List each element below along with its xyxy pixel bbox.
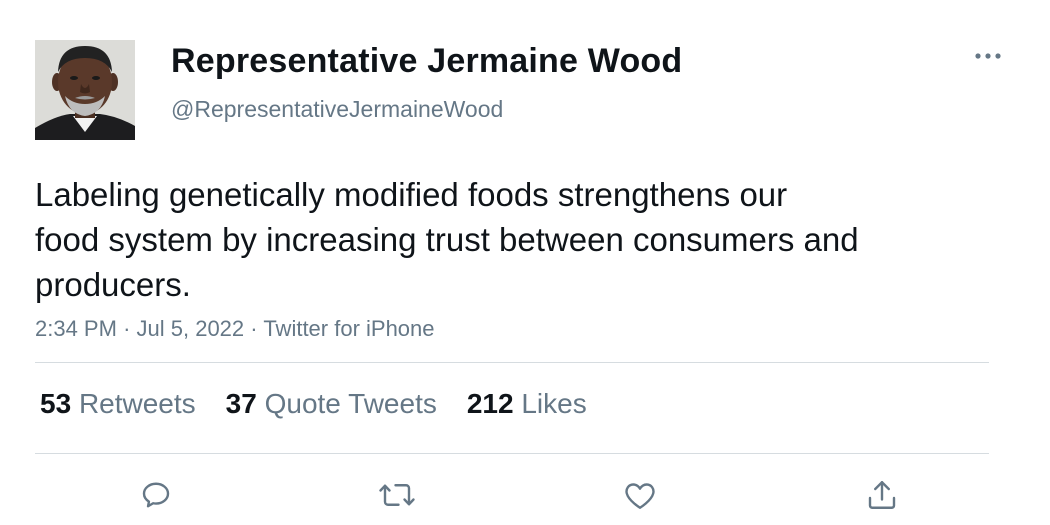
reply-button[interactable] [136,475,176,515]
likes-count: 212 [466,388,514,419]
author-handle[interactable]: @RepresentativeJermaineWood [171,96,503,123]
retweets-label: Retweets [78,388,196,419]
heart-icon [625,483,655,509]
tweet-source[interactable]: Twitter for iPhone [263,316,434,341]
reply-icon [142,482,170,508]
share-icon [868,481,896,509]
divider [35,453,989,454]
tweet-actions [0,475,1050,515]
likes-stat[interactable]: 212 Likes [467,388,587,420]
more-icon [975,53,1001,59]
tweet-time[interactable]: 2:34 PM [35,316,117,341]
tweet-text-line: food system by increasing trust between … [35,221,859,258]
tweet-metadata: 2:34 PM · Jul 5, 2022 · Twitter for iPho… [35,316,435,342]
tweet-text-line: producers. [35,266,191,303]
author-display-name[interactable]: Representative Jermaine Wood [171,42,682,81]
profile-photo-icon [35,40,135,140]
retweet-icon [379,484,415,506]
retweet-button[interactable] [377,475,417,515]
quote-tweets-count: 37 [225,388,257,419]
avatar[interactable] [35,40,135,140]
tweet-date[interactable]: Jul 5, 2022 [137,316,245,341]
like-button[interactable] [620,475,660,515]
more-options-button[interactable] [970,44,1006,68]
retweets-count: 53 [40,388,72,419]
likes-label: Likes [521,388,587,419]
meta-separator: · [123,316,131,341]
quote-tweets-label: Quote Tweets [264,388,437,419]
tweet-text: Labeling genetically modified foods stre… [35,172,985,307]
retweets-stat[interactable]: 53 Retweets [40,388,196,420]
tweet-text-line: Labeling genetically modified foods stre… [35,176,788,213]
share-button[interactable] [862,475,902,515]
engagement-stats: 53 Retweets 37 Quote Tweets 212 Likes [40,388,587,420]
divider [35,362,989,363]
tweet-card: Representative Jermaine Wood @Representa… [0,0,1050,525]
meta-separator: · [250,316,258,341]
quote-tweets-stat[interactable]: 37 Quote Tweets [226,388,437,420]
